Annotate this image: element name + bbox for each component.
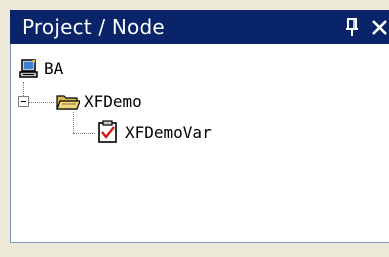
tree-connector [28,102,54,103]
project-node-panel: Project / Node BA XFDemo XFDemoVar [0,0,389,257]
pin-button[interactable] [343,17,361,37]
checklist-icon [97,120,119,149]
workstation-icon [19,59,39,84]
close-icon [372,20,387,35]
tree-connector [73,133,95,134]
close-button[interactable] [370,16,389,38]
tree-node-label: BA [44,59,64,78]
folder-open-icon [56,92,81,117]
panel-title: Project / Node [22,15,165,39]
pin-icon [346,18,358,36]
collapse-toggle[interactable] [18,96,29,107]
panel-titlebar[interactable]: Project / Node [10,10,389,44]
tree-node-label: XFDemo [84,92,142,111]
project-tree[interactable]: BA XFDemo XFDemoVar [10,44,389,243]
tree-node-label: XFDemoVar [125,123,212,142]
